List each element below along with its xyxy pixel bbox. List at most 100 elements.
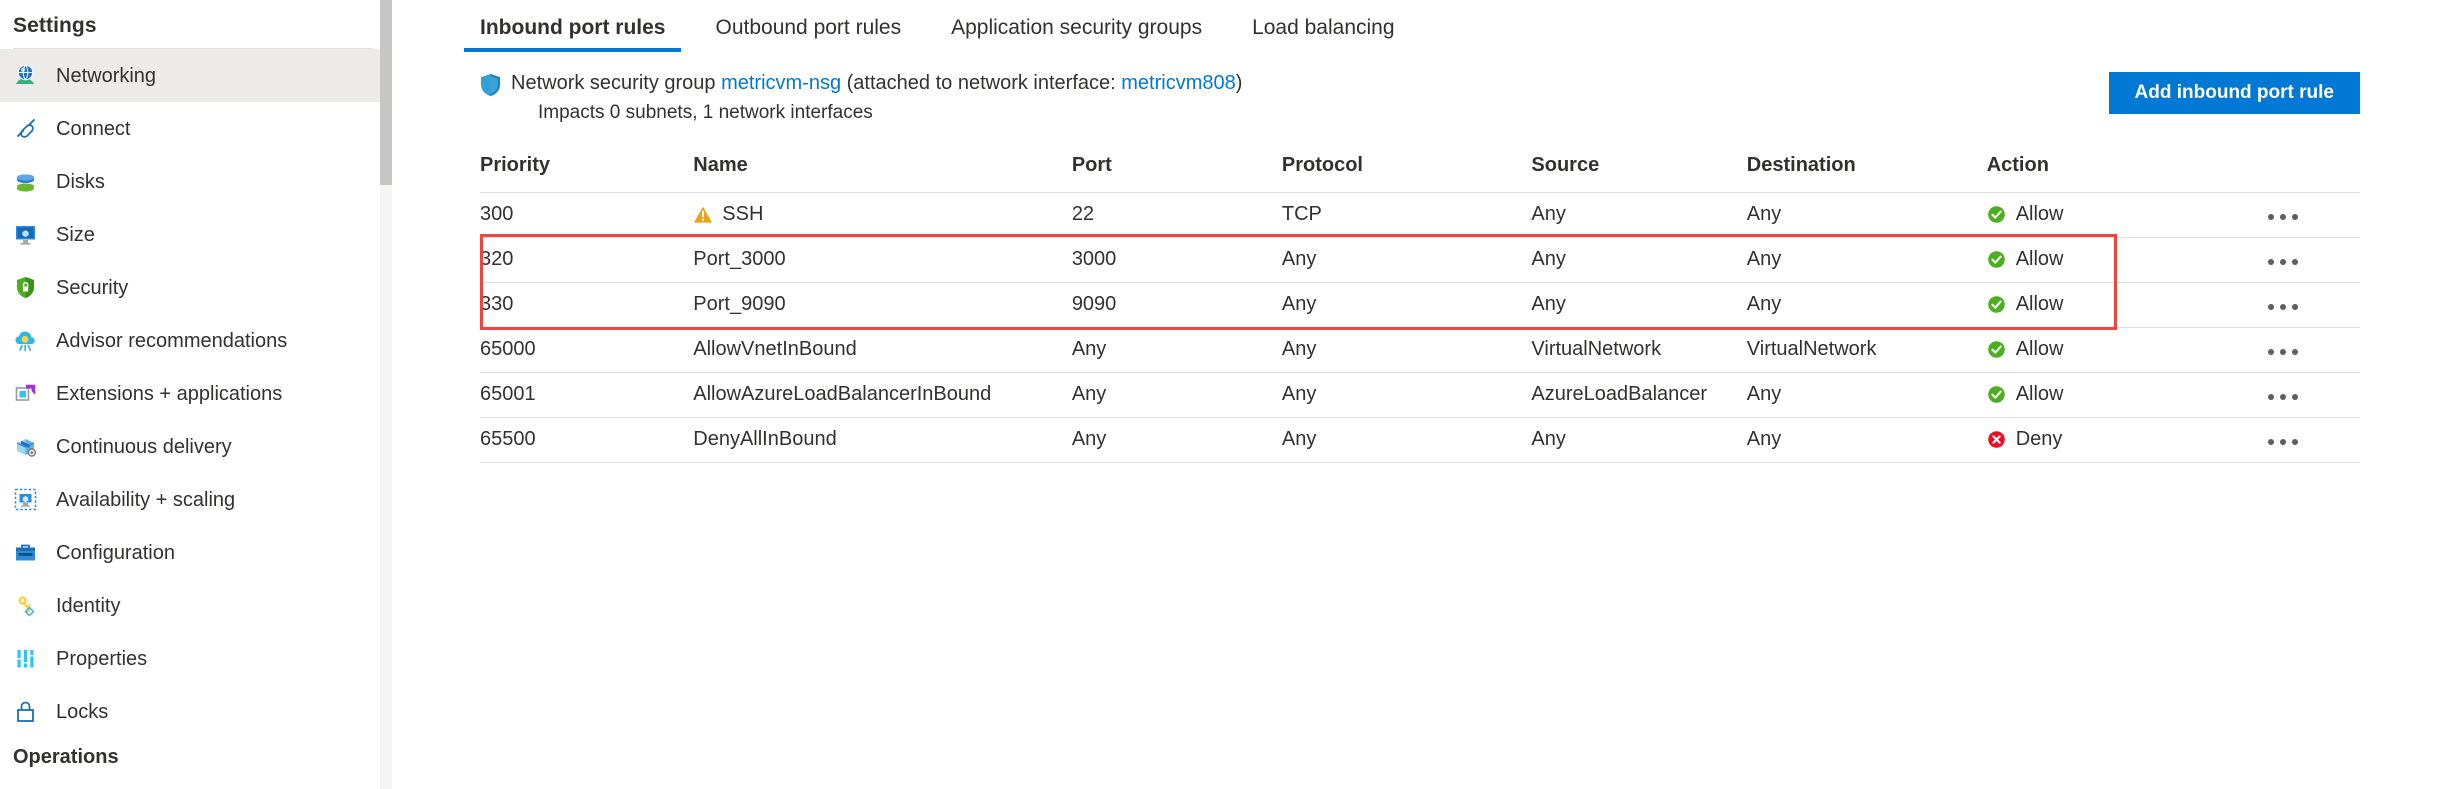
nsg-info: Network security group metricvm-nsg (att… [480,70,1242,126]
more-options-icon[interactable] [2264,298,2302,316]
action-text: Allow [2015,203,2064,226]
cell-port: 3000 [1071,237,1282,283]
sidebar-item-size[interactable]: Size [0,208,392,261]
cell-priority: 65500 [480,417,694,463]
sidebar-item-label: Networking [56,64,157,87]
continuous-delivery-icon [13,434,39,460]
extensions-icon [13,381,39,407]
azure-networking-page: Settings Networking Connect Disks Size Secur… [0,0,2452,789]
networking-content: Inbound port rules Outbound port rules App… [392,0,2452,789]
tab-application-security-groups[interactable]: Application security groups [935,16,1218,52]
sidebar-item-label: Advisor recommendations [56,329,288,352]
cell-action: Allow [1986,372,2264,418]
nsg-prefix-text: Network security group [511,72,722,94]
inbound-port-rules-table: Priority Name Port Protocol Source Desti… [480,153,2360,463]
sidebar-item-configuration[interactable]: Configuration [0,526,392,579]
cell-source: Any [1531,417,1747,463]
cell-protocol: Any [1281,237,1532,283]
more-options-icon[interactable] [2264,253,2302,271]
sidebar-item-advisor-recommendations[interactable]: Advisor recommendations [0,314,392,367]
more-options-icon[interactable] [2264,208,2302,226]
sidebar-section-operations: Operations [13,746,119,768]
allow-check-icon [1987,340,2006,359]
cell-port: Any [1071,417,1282,463]
sidebar-item-identity[interactable]: Identity [0,579,392,632]
sidebar-item-locks[interactable]: Locks [0,685,392,738]
sidebar-item-extensions-applications[interactable]: Extensions + applications [0,367,392,420]
cell-name: AllowVnetInBound [693,327,1072,373]
cell-name: Port_3000 [693,237,1072,283]
column-header-source[interactable]: Source [1531,153,1747,193]
cell-menu [2263,237,2360,283]
cell-name: Port_9090 [693,282,1072,328]
port-rules-table-wrap: Priority Name Port Protocol Source Desti… [480,153,2452,463]
column-header-menu [2263,153,2360,193]
sidebar-scrollbar-thumb[interactable] [380,0,392,185]
warning-triangle-icon [693,205,713,225]
add-inbound-port-rule-button[interactable]: Add inbound port rule [2108,72,2360,114]
table-row[interactable]: 300 SSH 22 TCP Any Any Allow [480,192,2360,238]
column-header-action[interactable]: Action [1986,153,2264,193]
sidebar-item-label: Connect [56,117,131,140]
sidebar-item-security[interactable]: Security [0,261,392,314]
cell-name: AllowAzureLoadBalancerInBound [693,372,1072,418]
more-options-icon[interactable] [2264,433,2302,451]
allow-check-icon [1987,205,2006,224]
deny-x-icon [1987,430,2006,449]
nsg-summary-row: Network security group metricvm-nsg (att… [480,52,2452,126]
sidebar-item-continuous-delivery[interactable]: Continuous delivery [0,420,392,473]
nsg-middle-text: (attached to network interface: [841,72,1122,94]
nsg-impacts-text: Impacts 0 subnets, 1 network interfaces [538,102,873,123]
nsg-nic-link[interactable]: metricvm808 [1121,72,1235,94]
sidebar-item-availability-scaling[interactable]: Availability + scaling [0,473,392,526]
tab-outbound-port-rules[interactable]: Outbound port rules [699,16,917,52]
sidebar-item-properties[interactable]: Properties [0,632,392,685]
column-header-protocol[interactable]: Protocol [1281,153,1532,193]
sidebar-item-label: Security [56,276,129,299]
identity-key-icon [13,593,39,619]
table-row[interactable]: 65001 AllowAzureLoadBalancerInBound Any Any… [480,372,2360,418]
configuration-toolbox-icon [13,540,39,566]
tab-load-balancing[interactable]: Load balancing [1236,16,1410,52]
column-header-name[interactable]: Name [693,153,1072,193]
locks-padlock-icon [13,699,39,725]
column-header-priority[interactable]: Priority [480,153,694,193]
properties-bars-icon [13,646,39,672]
tab-inbound-port-rules[interactable]: Inbound port rules [464,16,682,52]
sidebar-nav-list: Networking Connect Disks Size Security Adviso… [0,49,392,738]
sidebar-item-label: Identity [56,594,121,617]
action-text: Allow [2015,338,2064,361]
cell-action: Allow [1986,327,2264,373]
size-monitor-icon [13,222,39,248]
cell-action: Allow [1986,237,2264,283]
cell-action: Deny [1986,417,2264,463]
more-options-icon[interactable] [2264,388,2302,406]
more-options-icon[interactable] [2264,343,2302,361]
table-row[interactable]: 65000 AllowVnetInBound Any Any VirtualNetwor… [480,327,2360,373]
sidebar-item-disks[interactable]: Disks [0,155,392,208]
nsg-name-link[interactable]: metricvm-nsg [721,72,841,94]
table-row[interactable]: 330 Port_9090 9090 Any Any Any Allow [480,282,2360,328]
sidebar-item-label: Availability + scaling [56,488,236,511]
sidebar-item-connect[interactable]: Connect [0,102,392,155]
table-header: Priority Name Port Protocol Source Desti… [480,153,2360,193]
table-row[interactable]: 320 Port_3000 3000 Any Any Any Allow [480,237,2360,283]
name-text: SSH [722,203,764,226]
cell-protocol: Any [1281,372,1532,418]
cell-port: 9090 [1071,282,1282,328]
cell-source: VirtualNetwork [1531,327,1747,373]
security-shield-icon [13,275,39,301]
cell-source: Any [1531,192,1747,238]
cell-priority: 330 [480,282,694,328]
cell-menu [2263,192,2360,238]
cell-destination: Any [1746,372,1987,418]
sidebar-item-networking[interactable]: Networking [0,49,392,102]
shield-icon [480,73,501,102]
table-row[interactable]: 65500 DenyAllInBound Any Any Any Any Deny [480,417,2360,463]
cell-port: Any [1071,372,1282,418]
column-header-destination[interactable]: Destination [1746,153,1987,193]
sidebar-item-label: Disks [56,170,105,193]
column-header-port[interactable]: Port [1071,153,1282,193]
sidebar-item-label: Locks [56,700,109,723]
cell-protocol: TCP [1281,192,1532,238]
